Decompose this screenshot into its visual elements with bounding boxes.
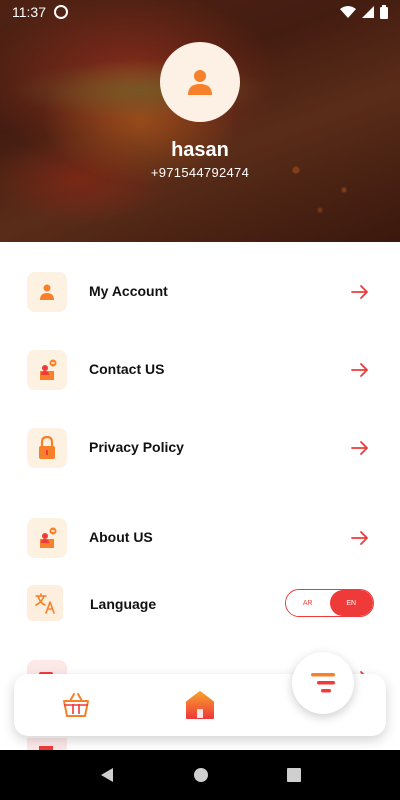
battery-icon [380,5,388,19]
language-row: Language AR EN [0,585,400,629]
profile-header: 11:37 hasan +971544792474 [0,0,400,242]
system-navigation-bar [0,750,400,800]
language-option-en[interactable]: EN [329,590,373,616]
lock-icon [39,436,55,459]
signal-icon [362,6,374,18]
about-icon [40,527,57,548]
menu-item-label: My Account [89,283,168,299]
home-circle-icon[interactable] [193,767,209,783]
menu-item-about-us[interactable]: About US [0,516,400,560]
basket-icon[interactable] [62,692,90,718]
user-phone: +971544792474 [150,165,250,180]
language-toggle[interactable]: AR EN [285,589,374,617]
back-icon[interactable] [99,767,115,783]
arrow-right-icon [351,363,368,377]
home-icon[interactable] [186,690,214,720]
status-time: 11:37 [12,4,46,20]
recents-icon[interactable] [287,768,301,782]
contact-icon [40,359,57,380]
user-icon [188,70,212,95]
status-bar: 11:37 [0,0,400,24]
wifi-icon [340,6,356,18]
menu-item-label: Contact US [89,361,165,377]
user-name: hasan [171,139,229,161]
arrow-right-icon [351,441,368,455]
arrow-right-icon [351,285,368,299]
language-option-ar[interactable]: AR [286,590,330,616]
user-icon [40,284,54,300]
avatar[interactable] [160,42,240,122]
menu-item-label: Privacy Policy [89,439,184,455]
menu-item-contact-us[interactable]: Contact US [0,348,400,392]
menu-icon [311,673,335,693]
arrow-right-icon [351,531,368,545]
menu-fab-button[interactable] [292,652,354,714]
menu-item-privacy-policy[interactable]: Privacy Policy [0,426,400,470]
menu-item-my-account[interactable]: My Account [0,270,400,314]
menu-item-label: About US [89,529,153,545]
notification-icon [54,5,68,19]
language-label: Language [90,596,157,612]
translate-icon [35,593,55,614]
